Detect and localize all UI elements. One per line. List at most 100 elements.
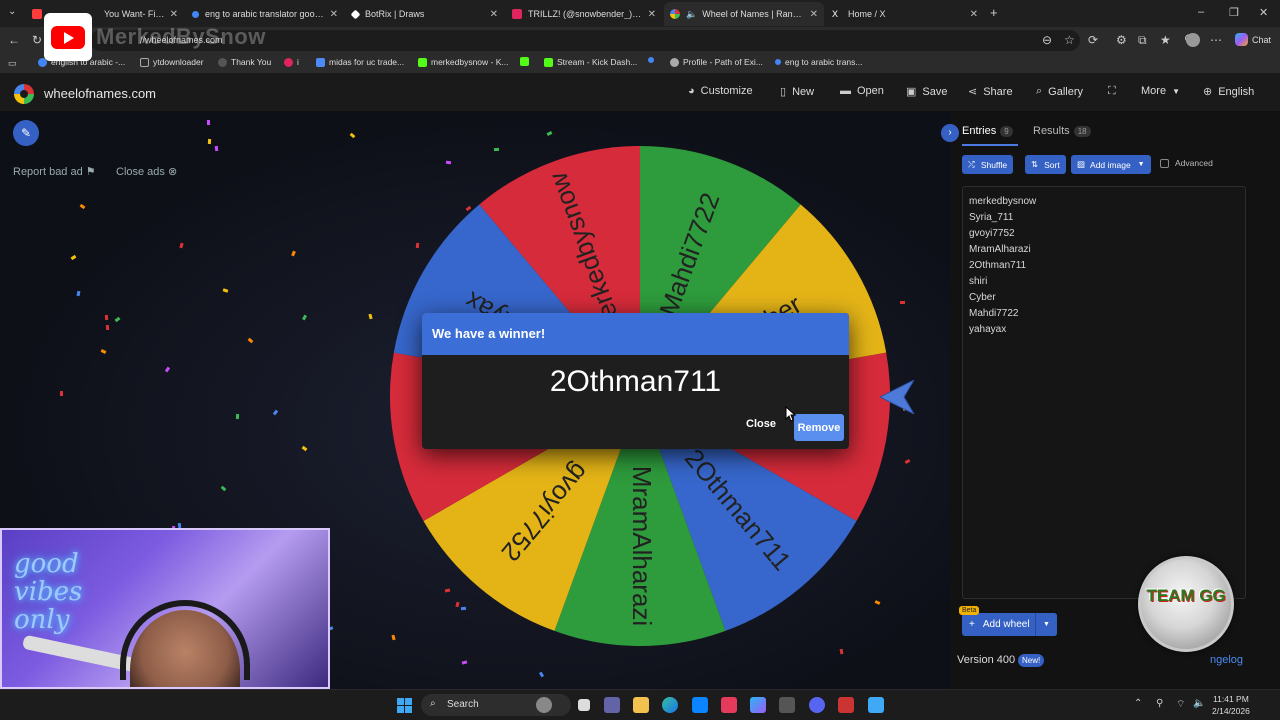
tab-close-icon[interactable]: ✕ <box>648 9 656 20</box>
more-button[interactable]: More ▼ <box>1141 85 1180 97</box>
taskbar-clock[interactable]: 11:41 PM 2/14/2026 <box>1212 693 1250 717</box>
refresh-icon[interactable]: ↻ <box>32 33 42 47</box>
chat-label[interactable]: Chat <box>1252 35 1271 45</box>
refresh-extension-icon[interactable]: ⟳ <box>1088 33 1098 47</box>
new-tab-icon[interactable]: + <box>990 5 998 20</box>
bookmark-item[interactable]: ytdownloader <box>140 57 204 67</box>
tab-results[interactable]: Results 18 <box>1033 125 1091 137</box>
shuffle-icon: ⤮ <box>968 159 975 169</box>
confetti-piece <box>105 324 109 330</box>
fullscreen-button[interactable]: ⛶ <box>1108 85 1122 98</box>
reader-icon[interactable]: ⊖ <box>1042 33 1052 47</box>
bookmark-item[interactable]: i <box>284 57 299 67</box>
store-icon[interactable] <box>692 697 708 713</box>
entries-count-badge: 9 <box>1000 126 1013 137</box>
customize-button[interactable]: ◕ Customize <box>688 85 753 97</box>
gallery-button[interactable]: ⌕ Gallery <box>1036 85 1083 98</box>
share-label: Share <box>983 85 1013 98</box>
browser-tab-active[interactable]: 🔈 Wheel of Names | Random n ✕ <box>664 2 824 26</box>
copilot-icon[interactable] <box>750 697 766 713</box>
tab-close-icon[interactable]: ✕ <box>490 9 498 20</box>
back-icon[interactable]: ← <box>8 33 20 47</box>
entries-textarea[interactable]: merkedbysnow Syria_711 gvoyi7752 MramAlh… <box>962 186 1246 599</box>
volume-icon[interactable]: 🔈 <box>1193 698 1205 709</box>
save-button[interactable]: ▣ Save <box>906 85 947 99</box>
site-name[interactable]: wheelofnames.com <box>44 86 156 101</box>
discord-icon[interactable] <box>809 697 825 713</box>
taskbar-search-label: Search <box>447 699 479 710</box>
browser-tab[interactable]: TRILLZ! (@snowbender_) • B ✕ <box>506 2 662 26</box>
browser-tab[interactable]: eng to arabic translator google - S ✕ <box>186 2 344 26</box>
tab-list-icon[interactable]: ⌄ <box>8 6 16 17</box>
bookmark-label: Profile - Path of Exi... <box>683 57 763 67</box>
profile-avatar[interactable] <box>1186 33 1200 47</box>
language-button[interactable]: ⊕ English <box>1203 85 1254 99</box>
bookmark-item[interactable]: Profile - Path of Exi... <box>670 57 763 67</box>
notepad-icon[interactable] <box>868 697 884 713</box>
bookmark-item[interactable]: midas for uc trade... <box>316 57 404 67</box>
window-close-icon[interactable]: ✕ <box>1259 6 1268 19</box>
new-button[interactable]: ▯ New <box>780 85 815 99</box>
bookmark-item[interactable]: Stream - Kick Dash... <box>544 57 637 67</box>
browser-tab[interactable]: X Home / X ✕ <box>826 2 984 26</box>
bookmark-item[interactable]: Thank You <box>218 57 271 67</box>
tray-chevron-icon[interactable]: ⌃ <box>1134 698 1142 709</box>
add-wheel-label: Add wheel <box>982 619 1030 630</box>
shuffle-button[interactable]: ⤮ Shuffle <box>962 155 1014 174</box>
winner-dialog: We have a winner! 2Othman711 Close Remov… <box>422 313 849 449</box>
minimize-icon[interactable]: – <box>1198 6 1204 18</box>
report-ad-link[interactable]: Report bad ad ⚑ <box>13 165 96 178</box>
tab-close-icon[interactable]: ✕ <box>170 9 178 20</box>
task-view-icon[interactable] <box>578 699 590 711</box>
checkbox-box <box>1160 158 1169 168</box>
app-icon[interactable] <box>838 697 854 713</box>
bookmark-item[interactable]: eng to arabic trans... <box>775 57 863 67</box>
collapse-panel-button[interactable]: › <box>941 124 959 142</box>
wifi-icon[interactable]: ⌔ <box>1176 698 1185 711</box>
more-menu-icon[interactable]: ⋯ <box>1210 33 1222 47</box>
wheel-logo-icon[interactable] <box>14 84 34 104</box>
close-button[interactable]: Close <box>746 418 776 430</box>
widgets-icon[interactable] <box>536 697 552 713</box>
advanced-checkbox[interactable]: Advanced <box>1160 158 1213 168</box>
search-icon <box>648 57 654 63</box>
tab-entries[interactable]: Entries 9 <box>962 125 1013 137</box>
close-ads-link[interactable]: Close ads ⊗ <box>116 165 177 178</box>
advanced-label: Advanced <box>1175 158 1213 168</box>
split-screen-icon[interactable]: ⧉ <box>1138 33 1147 48</box>
bookmark-item[interactable]: merkedbysnow - K... <box>418 57 508 67</box>
kick-icon <box>544 57 553 67</box>
speaker-icon[interactable]: 🔈 <box>686 9 697 20</box>
favorites-icon[interactable]: ★ <box>1160 33 1171 47</box>
tab-close-icon[interactable]: ✕ <box>330 9 338 20</box>
add-image-label: Add image <box>1090 159 1131 170</box>
sort-button[interactable]: ⇅ Sort <box>1025 155 1066 174</box>
bookmark-item[interactable] <box>520 57 533 66</box>
changelog-link[interactable]: ngelog <box>1210 654 1243 666</box>
bookmark-item[interactable] <box>648 57 658 63</box>
tab-close-icon[interactable]: ✕ <box>810 9 818 20</box>
open-button[interactable]: ▬ Open <box>840 85 884 97</box>
share-button[interactable]: ⋖ Share <box>968 85 1013 99</box>
extensions-icon[interactable]: ⚙ <box>1116 33 1127 47</box>
flag-icon: ⚑ <box>85 166 96 178</box>
edit-pencil-button[interactable]: ✎ <box>13 120 39 146</box>
teams-icon[interactable] <box>604 697 620 713</box>
new-label: New <box>792 85 815 98</box>
confetti-piece <box>60 390 64 396</box>
windows-start-icon[interactable] <box>397 698 412 713</box>
tab-actions-icon[interactable]: ▭ <box>8 58 17 69</box>
network-icon[interactable]: ⚲ <box>1156 698 1163 709</box>
copilot-icon[interactable] <box>1235 33 1248 46</box>
browser-tab[interactable]: BotRix | Draws ✕ <box>346 2 504 26</box>
favorite-star-icon[interactable]: ☆ <box>1064 33 1075 47</box>
edge-icon[interactable] <box>662 697 678 713</box>
add-image-button[interactable]: ▨ Add image ▼ <box>1071 155 1151 174</box>
app-icon[interactable] <box>721 697 737 713</box>
app-icon[interactable] <box>779 697 795 713</box>
remove-button[interactable]: Remove <box>794 414 844 441</box>
file-explorer-icon[interactable] <box>633 697 649 713</box>
restore-icon[interactable]: ❐ <box>1229 6 1239 19</box>
tab-close-icon[interactable]: ✕ <box>970 9 978 20</box>
add-wheel-dropdown-button[interactable]: ▼ <box>1035 613 1057 636</box>
